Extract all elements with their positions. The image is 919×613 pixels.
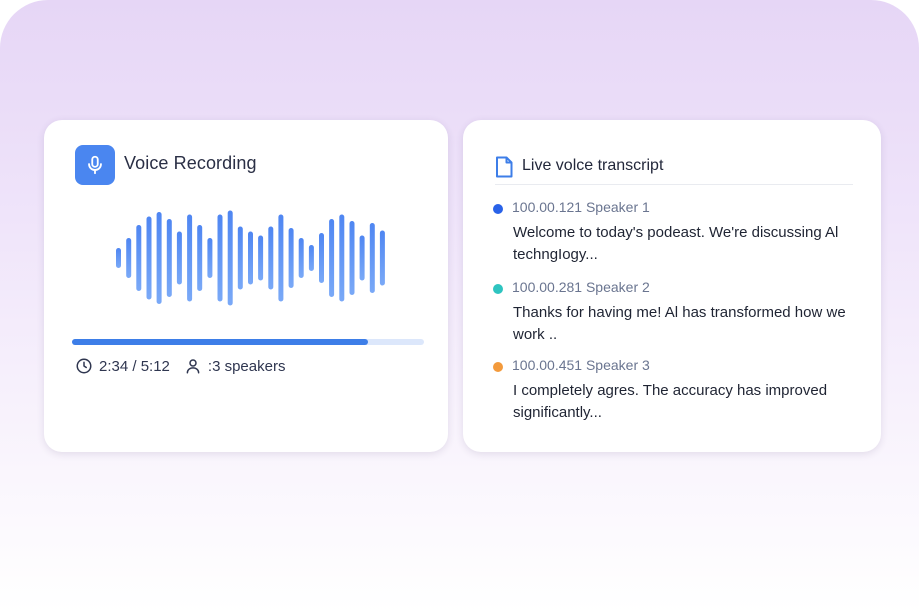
speaker-color-dot [493, 284, 503, 294]
waveform-bar [146, 216, 152, 300]
waveform-bar [136, 225, 142, 291]
transcript-title: Live volce transcript [522, 157, 664, 174]
transcript-text: I completely agres. The accuracy has imp… [513, 382, 828, 421]
waveform-bar [237, 226, 243, 290]
timestamp: 100.00.121 [512, 199, 583, 215]
waveform-bar [156, 212, 162, 304]
transcript-text: Thanks for having me! Al has transformed… [513, 304, 846, 343]
waveform-bar [176, 231, 182, 285]
speaker-color-dot [493, 362, 503, 372]
transcript-text: Welcome to today's podeast. We're discus… [513, 224, 839, 263]
transcript-card: Live volce transcript 100.00.121 Speaker… [463, 120, 881, 452]
waveform-bar [288, 228, 294, 288]
transcript-entry-header: 100.00.281 Speaker 2 [512, 279, 650, 295]
waveform-bar [329, 219, 335, 297]
waveform-bar [248, 231, 253, 285]
clock-icon [75, 357, 93, 375]
waveform-bar [187, 214, 193, 302]
waveform-bar [359, 235, 365, 281]
waveform-bar [197, 225, 203, 291]
user-icon [184, 357, 202, 375]
audio-waveform [116, 210, 385, 306]
timestamp: 100.00.451 [512, 357, 583, 373]
recording-meta: 2:34 / 5:12 :3 speakers [75, 357, 285, 375]
waveform-bar [227, 210, 233, 306]
waveform-bar [308, 245, 314, 271]
speaker-name: Speaker 1 [585, 199, 650, 215]
document-icon [496, 156, 513, 178]
waveform-bar [349, 221, 355, 295]
waveform-bar [207, 238, 213, 278]
waveform-bar [126, 238, 132, 278]
voice-recording-card: Voice Recording 2:34 / 5:12:3 speakers [44, 120, 448, 452]
transcript-entry-header: 100.00.451 Speaker 3 [512, 357, 650, 373]
speaker-name: Speaker 2 [585, 279, 650, 295]
app-background: Voice Recording 2:34 / 5:12:3 speakers … [0, 0, 919, 613]
speaker-name: Speaker 3 [585, 357, 650, 373]
playback-progress-bar[interactable] [72, 339, 424, 345]
waveform-bar [379, 230, 385, 286]
waveform-bar [166, 219, 172, 297]
waveform-bar [217, 214, 223, 302]
recording-time: 2:34 / 5:12 [99, 357, 170, 375]
playback-progress-fill [72, 339, 368, 345]
speaker-color-dot [493, 204, 503, 214]
waveform-bar [116, 248, 121, 268]
speaker-count: :3 speakers [207, 357, 286, 375]
waveform-bar [319, 233, 324, 283]
waveform-bar [298, 238, 304, 278]
waveform-bar [369, 223, 375, 293]
transcript-divider [495, 184, 853, 185]
waveform-bar [339, 214, 345, 302]
waveform-bar [268, 226, 274, 290]
timestamp: 100.00.281 [512, 279, 583, 295]
waveform-bar [258, 235, 264, 281]
transcript-entry-header: 100.00.121 Speaker 1 [512, 199, 650, 215]
waveform-bar [278, 214, 284, 302]
